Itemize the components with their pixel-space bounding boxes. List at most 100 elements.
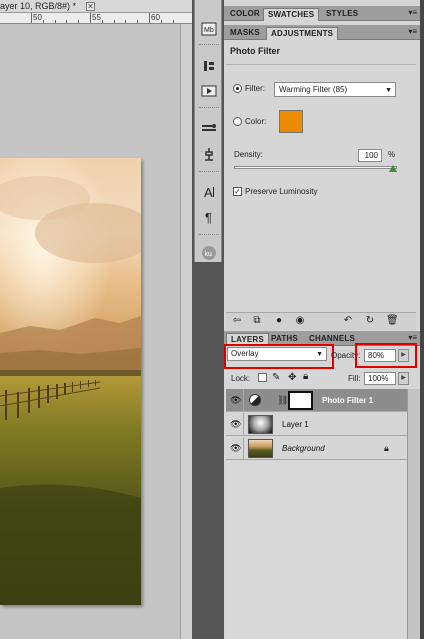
color-label: Color:: [245, 117, 267, 126]
close-icon[interactable]: ✕: [86, 2, 95, 11]
color-swatches-tabbar: COLOR SWATCHES STYLES ▾≡: [224, 6, 420, 21]
color-radio[interactable]: [233, 117, 242, 126]
character-icon[interactable]: A: [199, 183, 219, 201]
layers-scrollbar[interactable]: [407, 389, 420, 639]
ruler-tick: [173, 20, 174, 23]
opacity-highlight: [355, 343, 417, 368]
panel-menu-icon[interactable]: ▾≡: [408, 333, 417, 342]
preserve-luminosity-label: Preserve Luminosity: [245, 187, 318, 196]
masks-adjustments-tabbar: MASKS ADJUSTMENTS ▾≡: [224, 25, 420, 40]
svg-text:Mb: Mb: [204, 27, 214, 34]
svg-text:A: A: [204, 185, 213, 199]
filter-color-swatch[interactable]: [279, 110, 303, 133]
blend-mode-highlight: [224, 344, 334, 369]
tab-adjustments[interactable]: ADJUSTMENTS: [266, 27, 339, 40]
visibility-toggle[interactable]: 👁︎: [226, 413, 244, 436]
trash-icon[interactable]: 🗑: [386, 315, 399, 327]
history-icon[interactable]: [199, 57, 219, 75]
ruler-tick: [137, 20, 138, 23]
density-slider-thumb[interactable]: [389, 165, 397, 172]
density-slider-track[interactable]: [234, 166, 397, 169]
visibility-toggle[interactable]: 👁︎: [226, 389, 244, 412]
ruler-tick: [55, 20, 56, 23]
layer-mask-thumbnail[interactable]: [288, 391, 313, 410]
lock-position-icon[interactable]: ✥: [288, 372, 296, 383]
expand-view-icon[interactable]: ⧉: [251, 315, 263, 327]
ruler-tick: [149, 13, 150, 23]
tab-masks[interactable]: MASKS: [226, 27, 264, 40]
filter-label: Filter:: [245, 84, 265, 93]
lock-image-icon[interactable]: ✎: [272, 372, 280, 383]
filter-radio[interactable]: [233, 84, 242, 93]
document-canvas-area: ayer 10, RGB/8#) * ✕ 50 55 60: [0, 0, 192, 639]
layer-name: Layer 1: [282, 420, 309, 429]
actions-icon[interactable]: [199, 82, 219, 100]
document-vertical-scrollbar[interactable]: [180, 24, 192, 639]
document-tab[interactable]: ayer 10, RGB/8#) * ✕: [0, 0, 192, 13]
tab-swatches[interactable]: SWATCHES: [263, 8, 320, 21]
preserve-luminosity-checkbox[interactable]: ✓: [233, 187, 242, 196]
back-arrow-icon[interactable]: ⇦: [231, 315, 243, 327]
lock-label: Lock:: [231, 374, 251, 383]
horizontal-ruler: 50 55 60: [0, 13, 192, 24]
panel-group-grip[interactable]: [199, 44, 219, 48]
filter-select[interactable]: Warming Filter (85) ▼: [274, 82, 396, 97]
visibility-toggle[interactable]: 👁︎: [226, 437, 244, 460]
document-tab-title: ayer 10, RGB/8#) *: [0, 1, 77, 11]
ruler-tick: [114, 20, 115, 23]
fill-input[interactable]: 100%: [364, 372, 396, 385]
clone-source-icon[interactable]: [199, 145, 219, 163]
eye-icon[interactable]: 👁︎: [230, 395, 241, 406]
ruler-tick: [90, 13, 91, 23]
layer-row-photo-filter[interactable]: 👁︎ ⛓ Photo Filter 1: [226, 389, 407, 412]
panel-menu-icon[interactable]: ▾≡: [408, 8, 417, 17]
ruler-tick: [31, 13, 32, 23]
ruler-tick: [102, 20, 103, 23]
panel-group-grip[interactable]: [199, 107, 219, 111]
fill-label: Fill:: [348, 374, 361, 383]
density-label: Density:: [234, 150, 263, 159]
lock-icon: 🔒︎: [384, 443, 389, 453]
layer-row-layer-1[interactable]: 👁︎ Layer 1: [226, 413, 407, 436]
landscape-photo: [0, 158, 141, 605]
layer-thumbnail[interactable]: [248, 415, 273, 434]
landscape-photo-art: [0, 158, 141, 605]
ruler-tick: [66, 20, 67, 23]
ruler-label-50: 50: [33, 13, 42, 22]
lock-transparent-icon[interactable]: [258, 373, 267, 382]
layers-list-empty-area: [226, 461, 407, 639]
adjustment-title: Photo Filter: [230, 46, 280, 56]
lock-all-icon[interactable]: 🔒︎: [303, 371, 308, 382]
paragraph-icon[interactable]: ¶: [199, 208, 219, 226]
svg-text:¶: ¶: [205, 210, 212, 224]
adjustments-toolbar: ⇦ ⧉ ● ◉ ↶ ↻ 🗑: [226, 312, 416, 330]
mini-bridge-icon[interactable]: Mb: [199, 20, 219, 38]
ruler-label-60: 60: [151, 13, 160, 22]
panel-menu-icon[interactable]: ▾≡: [408, 27, 417, 36]
tab-color[interactable]: COLOR: [226, 8, 264, 21]
ruler-tick: [78, 20, 79, 23]
eye-icon[interactable]: 👁︎: [230, 419, 241, 430]
fill-slider-arrow-icon[interactable]: ▶: [398, 372, 409, 385]
reset-icon[interactable]: ↻: [364, 315, 376, 327]
ruler-label-55: 55: [92, 13, 101, 22]
link-icon[interactable]: ⛓: [277, 395, 288, 406]
clip-to-layer-icon[interactable]: ●: [273, 315, 285, 327]
layer-name: Photo Filter 1: [322, 396, 374, 405]
filter-select-value: Warming Filter (85): [279, 85, 348, 94]
kuler-icon[interactable]: ku: [199, 244, 219, 262]
layer-name: Background: [282, 444, 325, 453]
density-input[interactable]: 100: [358, 149, 382, 162]
panel-group-grip[interactable]: [199, 171, 219, 175]
layer-thumbnail[interactable]: [248, 439, 273, 458]
toggle-visibility-icon[interactable]: ◉: [294, 315, 306, 327]
layer-row-background[interactable]: 👁︎ Background 🔒︎: [226, 437, 407, 460]
panel-group-grip[interactable]: [199, 234, 219, 238]
divider: [226, 64, 416, 65]
view-previous-state-icon[interactable]: ↶: [342, 315, 354, 327]
eye-icon[interactable]: 👁︎: [230, 443, 241, 454]
brushes-icon[interactable]: [199, 119, 219, 137]
dock-empty-area: [194, 262, 222, 639]
tab-styles[interactable]: STYLES: [322, 8, 362, 21]
ruler-tick: [161, 20, 162, 23]
